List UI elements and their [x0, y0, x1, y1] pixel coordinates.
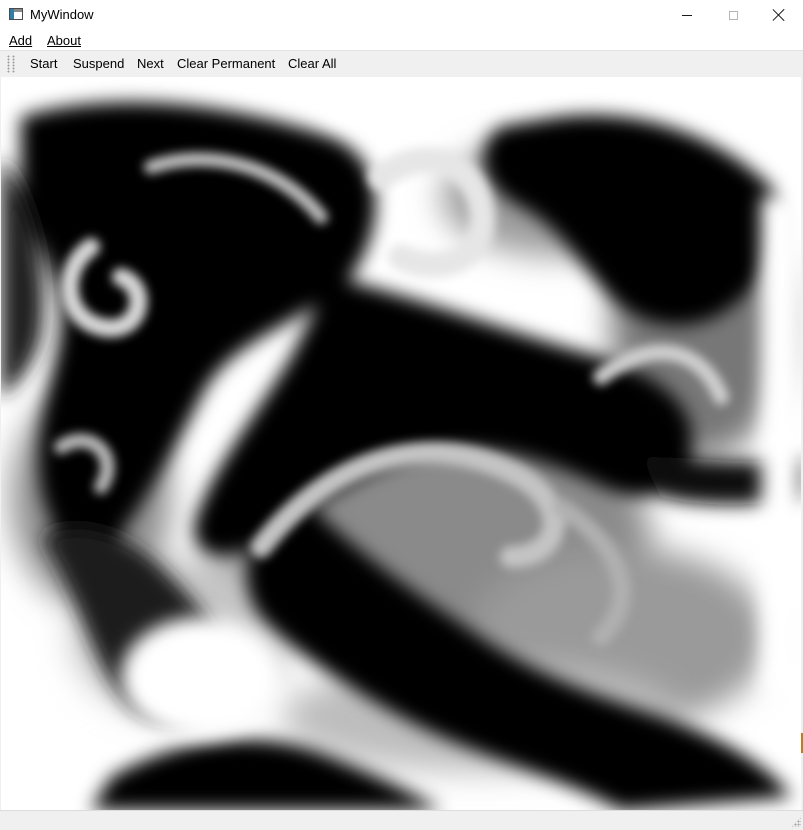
menu-add-label: Add [9, 33, 33, 48]
start-button[interactable]: Start [30, 56, 57, 72]
menu-bar: Add About [0, 30, 803, 51]
status-bar [0, 810, 803, 830]
window-title: MyWindow [30, 7, 94, 22]
minimize-button[interactable] [664, 0, 710, 30]
next-button[interactable]: Next [137, 56, 164, 72]
maximize-button[interactable] [710, 0, 756, 30]
menu-about-label: About [47, 33, 81, 48]
close-button[interactable] [756, 0, 802, 30]
toolbar-grip-icon[interactable] [12, 55, 15, 73]
clear-all-button[interactable]: Clear All [288, 56, 336, 72]
toolbar: Start Suspend Next Clear Permanent Clear… [0, 52, 803, 76]
close-icon [772, 8, 786, 22]
toolbar-grip-icon[interactable] [7, 55, 10, 73]
resize-grip-icon[interactable] [791, 817, 801, 827]
maximize-icon [728, 10, 738, 20]
fluid-render [1, 77, 801, 810]
title-bar[interactable]: MyWindow [0, 0, 803, 30]
menu-add[interactable]: Add [9, 33, 32, 49]
suspend-button[interactable]: Suspend [73, 56, 124, 72]
application-window: MyWindow Add About Start Suspend Next Cl… [0, 0, 804, 830]
minimize-icon [682, 14, 692, 16]
clear-permanent-button[interactable]: Clear Permanent [177, 56, 275, 72]
menu-about[interactable]: About [47, 33, 81, 49]
app-window-icon [9, 8, 23, 20]
simulation-canvas[interactable] [1, 77, 801, 810]
